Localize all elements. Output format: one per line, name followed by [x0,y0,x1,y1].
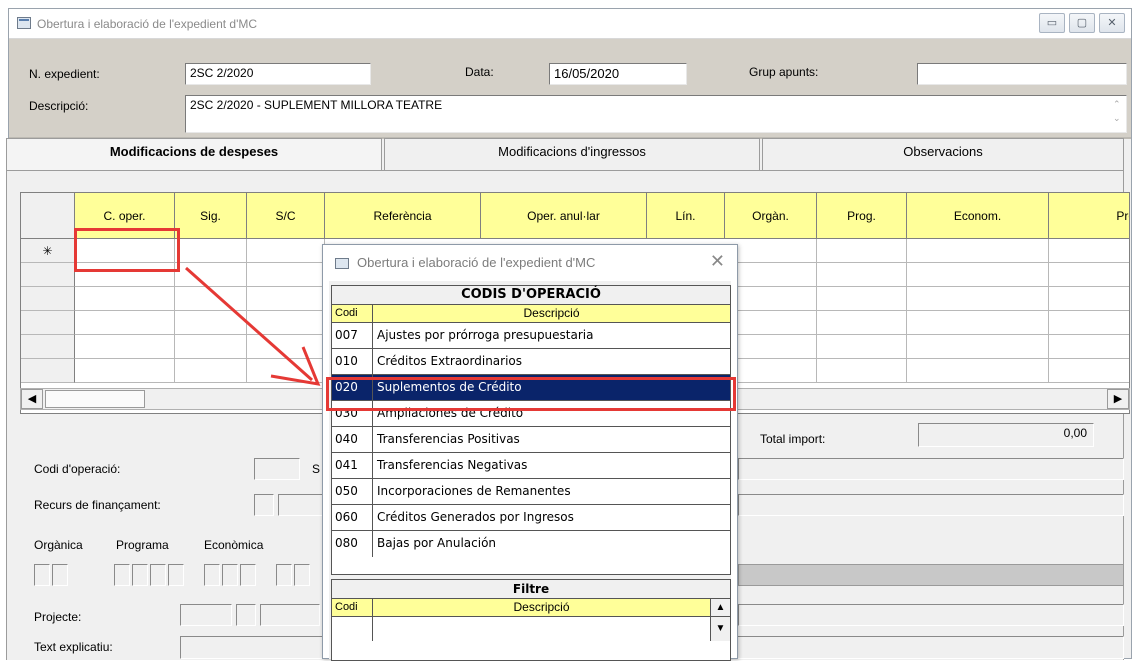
arrow-line [185,266,313,382]
annotation-arrow [185,266,321,386]
